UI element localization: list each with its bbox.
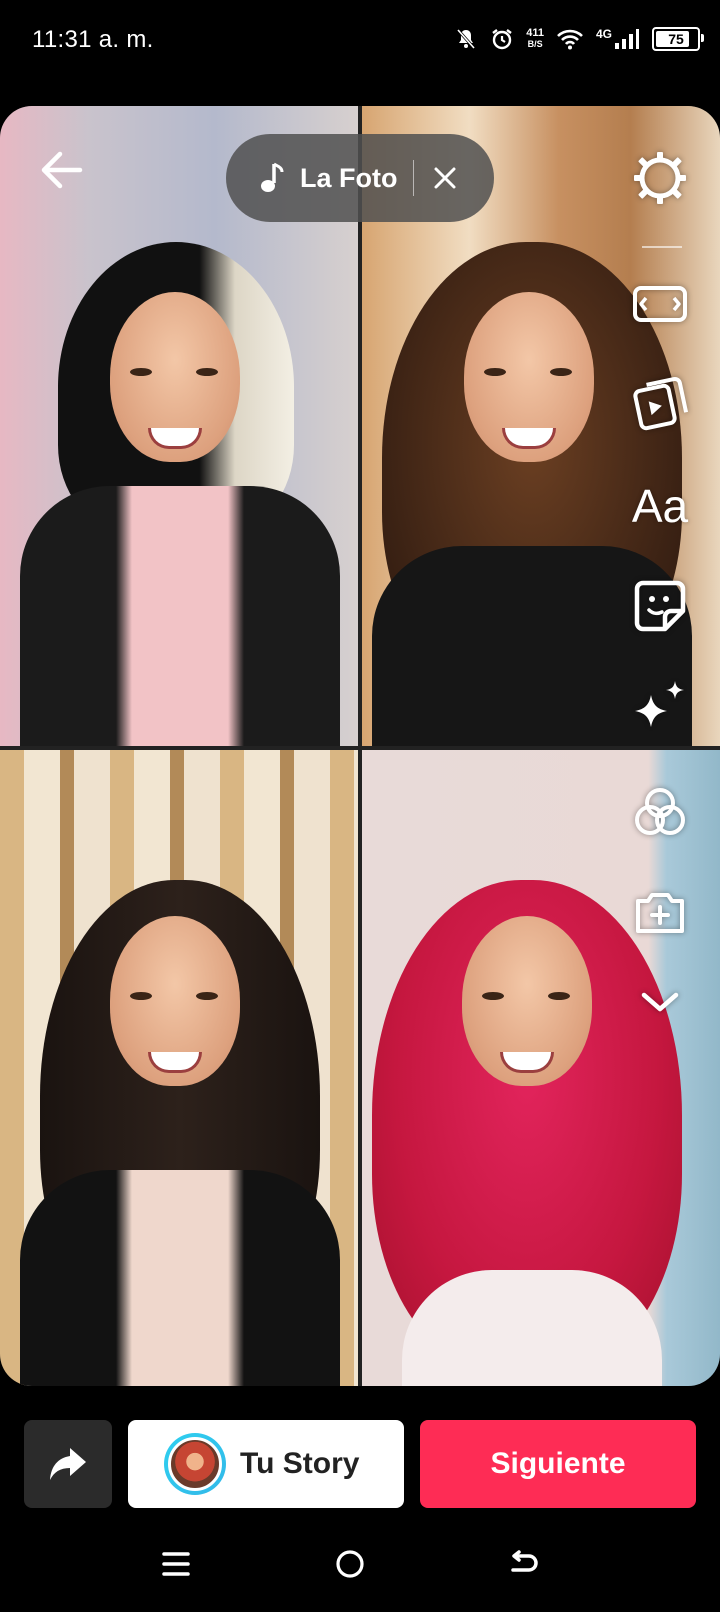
more-tools-button[interactable] xyxy=(628,970,692,1034)
bell-muted-icon xyxy=(457,29,476,49)
share-arrow-icon xyxy=(50,1448,86,1480)
settings-icon xyxy=(634,152,686,204)
menu-icon xyxy=(162,1552,190,1576)
back-nav-button[interactable] xyxy=(496,1542,552,1586)
status-bar: 11:31 a. m. 411 B/S 4G 75 xyxy=(0,0,720,82)
share-button[interactable] xyxy=(24,1420,112,1508)
clip-icon xyxy=(633,376,688,431)
effects-button[interactable] xyxy=(628,674,692,738)
network-type: 4G xyxy=(595,27,612,41)
battery-indicator: 75 xyxy=(652,27,704,51)
avatar xyxy=(164,1433,226,1495)
settings-button[interactable] xyxy=(628,146,692,210)
add-clip-button[interactable] xyxy=(628,880,692,944)
system-nav-bar xyxy=(0,1528,720,1612)
photo-tile xyxy=(362,750,720,1386)
text-tool-label: Aa xyxy=(631,480,689,532)
video-preview-canvas[interactable]: La Foto Aa xyxy=(0,106,720,1386)
status-time: 11:31 a. m. xyxy=(32,26,154,53)
photo-tile xyxy=(0,750,358,1386)
back-button[interactable] xyxy=(36,144,88,196)
clip-button[interactable] xyxy=(628,372,692,436)
home-button[interactable] xyxy=(322,1542,378,1586)
back-icon xyxy=(511,1550,538,1572)
next-button[interactable]: Siguiente xyxy=(420,1420,696,1508)
filters-button[interactable] xyxy=(628,780,692,844)
filters-icon xyxy=(635,788,685,835)
music-note-icon xyxy=(261,162,284,192)
divider xyxy=(413,160,415,196)
sticker-icon xyxy=(634,580,686,632)
arrow-left-icon xyxy=(41,151,83,189)
status-icons: 411 B/S 4G 75 xyxy=(454,22,704,56)
story-label: Tu Story xyxy=(240,1447,360,1480)
bottom-action-bar: Tu Story Siguiente xyxy=(0,1420,720,1508)
aspect-ratio-button[interactable] xyxy=(628,272,692,336)
wifi-icon xyxy=(557,29,583,50)
toolbar-divider xyxy=(642,246,682,248)
recents-button[interactable] xyxy=(148,1542,204,1586)
close-icon xyxy=(434,167,456,189)
sticker-button[interactable] xyxy=(628,574,692,638)
sound-title: La Foto xyxy=(300,162,398,193)
home-circle-icon xyxy=(336,1550,364,1578)
chevron-down-icon xyxy=(641,992,679,1012)
signal-icon xyxy=(615,29,639,49)
alarm-icon xyxy=(492,29,512,50)
your-story-button[interactable]: Tu Story xyxy=(128,1420,404,1508)
text-tool-button[interactable]: Aa xyxy=(628,474,692,538)
net-speed: 411 B/S xyxy=(526,27,544,50)
selected-sound-pill[interactable]: La Foto xyxy=(226,134,494,222)
aspect-ratio-icon xyxy=(633,286,687,322)
effects-sparkle-icon xyxy=(635,681,684,727)
remove-sound-button[interactable] xyxy=(428,161,462,195)
add-clip-icon xyxy=(636,893,684,933)
